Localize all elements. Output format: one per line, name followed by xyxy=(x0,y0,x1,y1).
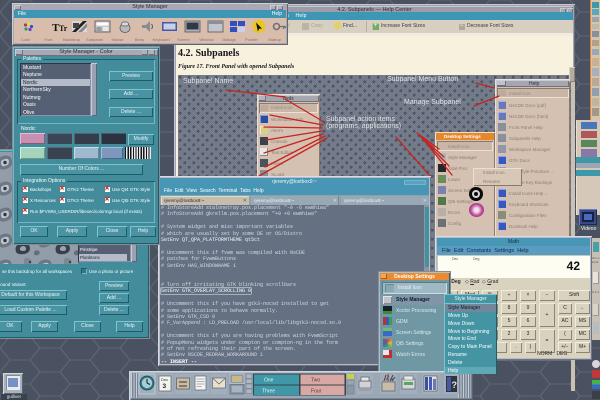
svg-text:Three: Three xyxy=(262,389,275,395)
svg-text:One: One xyxy=(264,378,274,384)
svg-text:3: 3 xyxy=(163,383,167,390)
svg-text:Four: Four xyxy=(311,389,322,395)
svg-text:?: ? xyxy=(452,380,458,390)
svg-text:Two: Two xyxy=(311,378,320,384)
svg-text:Tr: Tr xyxy=(59,24,68,33)
svg-text:Dec: Dec xyxy=(161,377,168,382)
